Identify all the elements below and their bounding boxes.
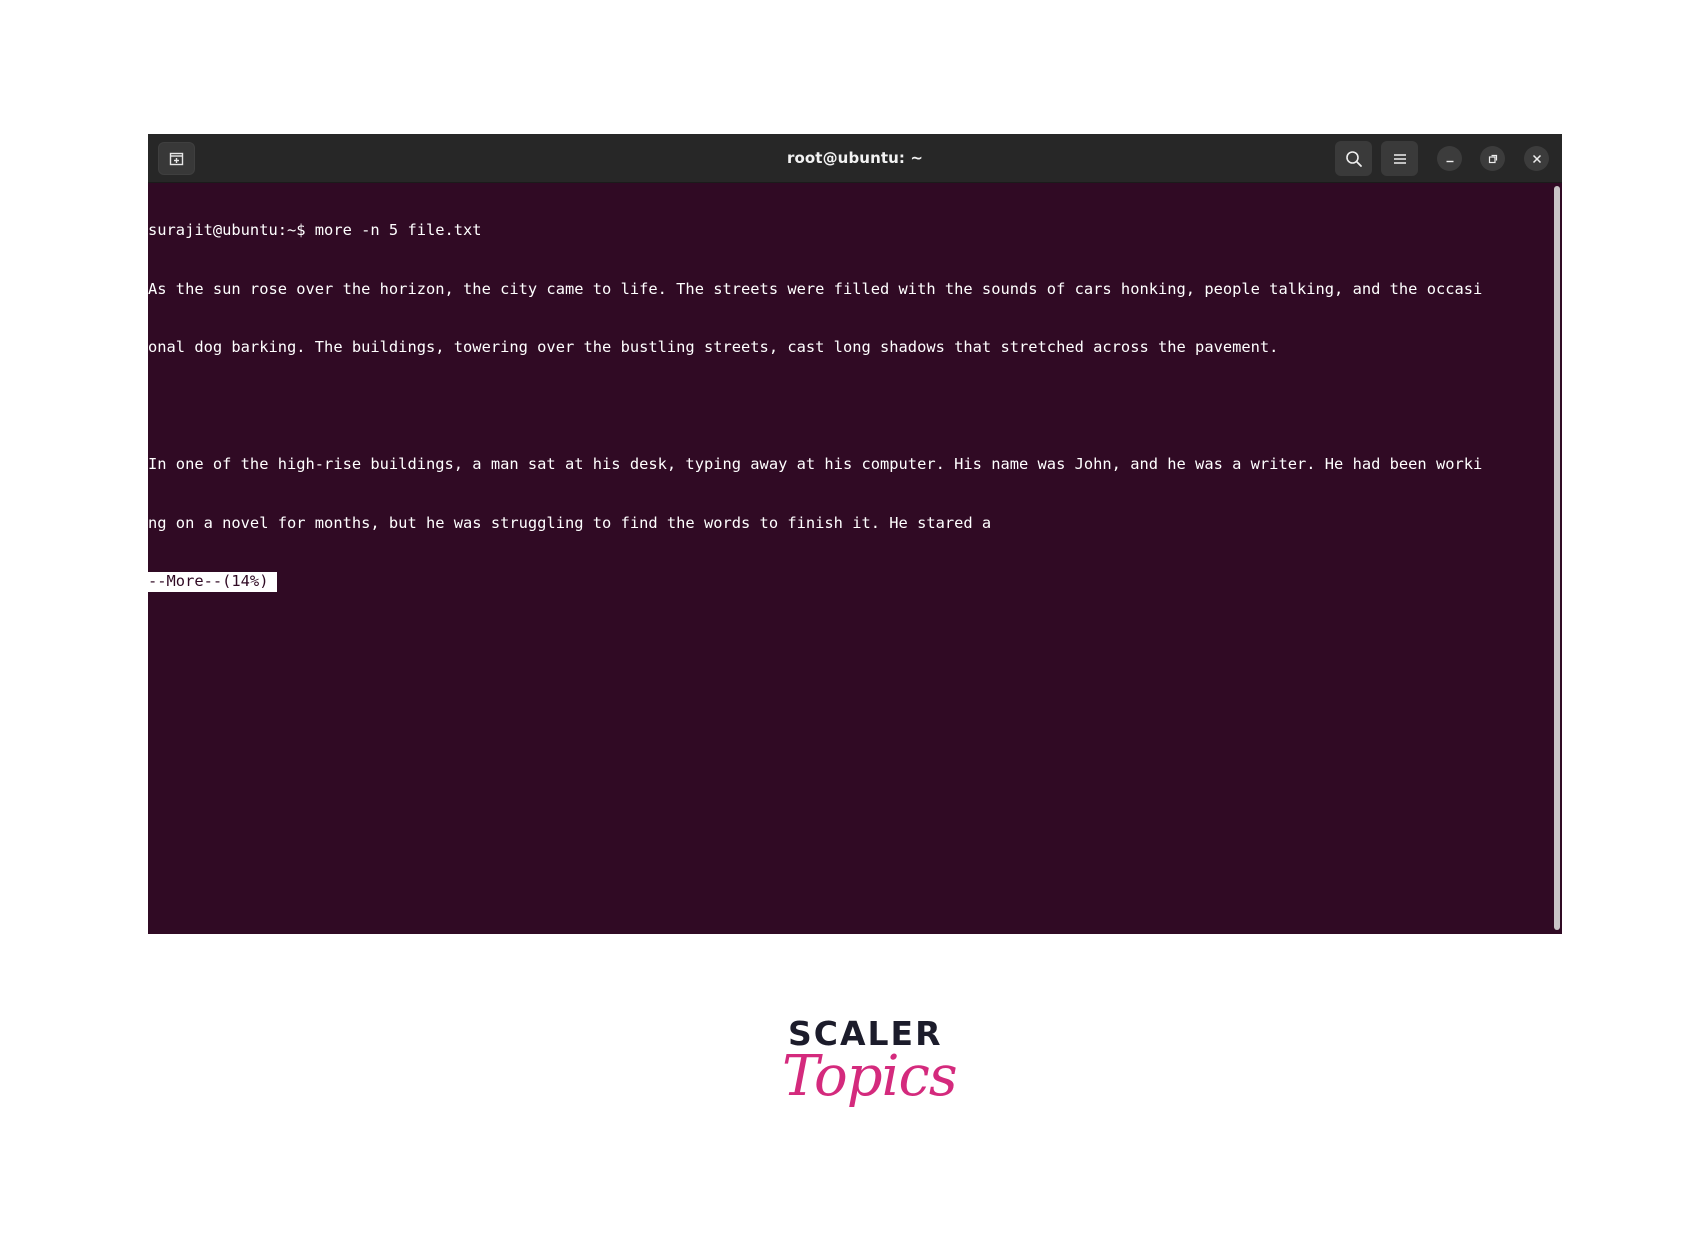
- maximize-icon: [1487, 153, 1499, 165]
- terminal-output-line: As the sun rose over the horizon, the ci…: [148, 279, 1483, 298]
- minimize-button[interactable]: [1437, 146, 1462, 171]
- hamburger-menu-icon: [1392, 152, 1408, 166]
- terminal-output[interactable]: surajit@ubuntu:~$ more -n 5 file.txt As …: [148, 182, 1552, 934]
- scaler-topics-logo: SCALER Topics: [770, 1010, 958, 1150]
- terminal-scrollbar[interactable]: [1554, 186, 1561, 930]
- close-icon: [1531, 153, 1543, 165]
- minimize-icon: [1444, 153, 1456, 165]
- logo-topics-text: Topics: [782, 1044, 958, 1109]
- terminal-command-line: surajit@ubuntu:~$ more -n 5 file.txt: [148, 221, 482, 239]
- terminal-output-line: In one of the high-rise buildings, a man…: [148, 455, 1483, 473]
- scrollbar-thumb[interactable]: [1554, 186, 1560, 930]
- close-button[interactable]: [1524, 146, 1549, 171]
- more-pager-prompt: --More--(14%): [148, 572, 278, 592]
- maximize-button[interactable]: [1480, 146, 1505, 171]
- menu-button[interactable]: [1381, 141, 1418, 176]
- terminal-window: root@ubuntu: ~ surajit@ubuntu:~$ more -n…: [148, 134, 1562, 934]
- terminal-output-line: [148, 397, 1552, 417]
- title-bar: root@ubuntu: ~: [148, 134, 1562, 183]
- terminal-output-line: onal dog barking. The buildings, towerin…: [148, 338, 1279, 356]
- terminal-output-line: ng on a novel for months, but he was str…: [148, 513, 992, 532]
- search-icon: [1345, 150, 1363, 168]
- page: root@ubuntu: ~ surajit@ubuntu:~$ more -n…: [0, 0, 1700, 1234]
- search-button[interactable]: [1335, 141, 1372, 176]
